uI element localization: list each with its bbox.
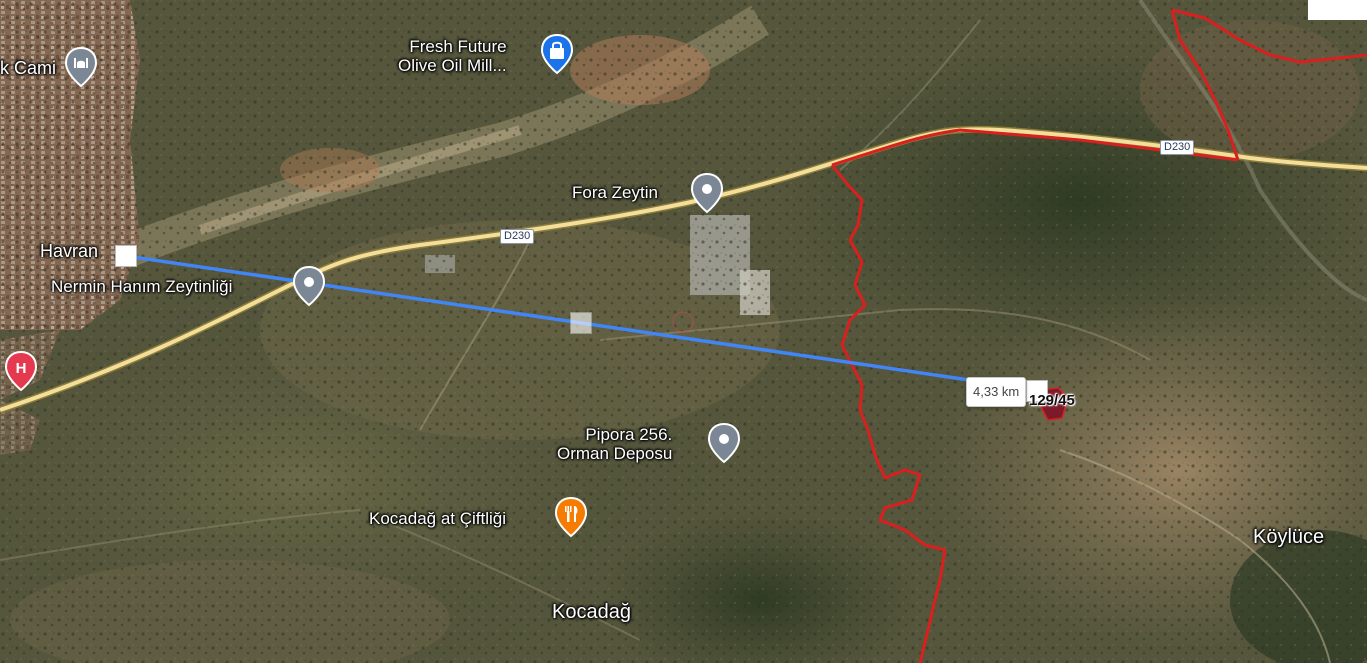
road-shield-d230: D230 xyxy=(1160,140,1195,155)
pipora-marker[interactable] xyxy=(707,422,741,464)
map-control-box[interactable] xyxy=(1308,0,1367,20)
poi-label-fora-zeytin[interactable]: Fora Zeytin xyxy=(572,183,658,202)
poi-label-pipora[interactable]: Pipora 256. Orman Deposu xyxy=(557,425,672,463)
poi-label-fresh-future[interactable]: Fresh Future Olive Oil Mill... xyxy=(398,37,507,75)
location-pin-icon xyxy=(707,422,741,464)
distance-label: 4,33 km xyxy=(966,377,1027,407)
road-shield-d230: D230 xyxy=(500,229,535,244)
mosque-marker[interactable] xyxy=(64,46,98,88)
poi-label-line: Fresh Future xyxy=(409,37,507,56)
fora-zeytin-marker[interactable] xyxy=(690,172,724,214)
poi-label-kocadag-at[interactable]: Kocadağ at Çiftliği xyxy=(369,509,506,528)
measure-start-handle[interactable] xyxy=(115,245,137,267)
measure-midpoint-handle[interactable] xyxy=(570,312,592,334)
place-label-kamii: k Cami xyxy=(0,58,57,78)
poi-label-line: Pipora 256. xyxy=(585,425,673,444)
nermin-hanim-marker[interactable] xyxy=(292,265,326,307)
hospital-marker[interactable]: H xyxy=(4,350,38,392)
fresh-future-marker[interactable] xyxy=(540,33,574,75)
restaurant-icon xyxy=(554,496,588,538)
place-label-koyluce: Köylüce xyxy=(1253,526,1325,548)
poi-label-line: Orman Deposu xyxy=(557,444,673,463)
place-label-kocadag: Kocadağ xyxy=(552,601,631,623)
kocadag-at-marker[interactable] xyxy=(554,496,588,538)
shopping-bag-icon xyxy=(540,33,574,75)
location-pin-icon xyxy=(690,172,724,214)
poi-label-nermin-hanim[interactable]: Nermin Hanım Zeytinliği xyxy=(51,277,232,296)
parcel-label[interactable]: 129/45 xyxy=(1029,392,1075,409)
hospital-icon: H xyxy=(4,350,38,392)
poi-label-line: Olive Oil Mill... xyxy=(398,56,507,75)
satellite-map[interactable] xyxy=(0,0,1367,663)
hospital-letter: H xyxy=(16,360,27,377)
location-pin-icon xyxy=(292,265,326,307)
place-label-havran: Havran xyxy=(40,241,99,261)
mosque-icon xyxy=(64,46,98,88)
